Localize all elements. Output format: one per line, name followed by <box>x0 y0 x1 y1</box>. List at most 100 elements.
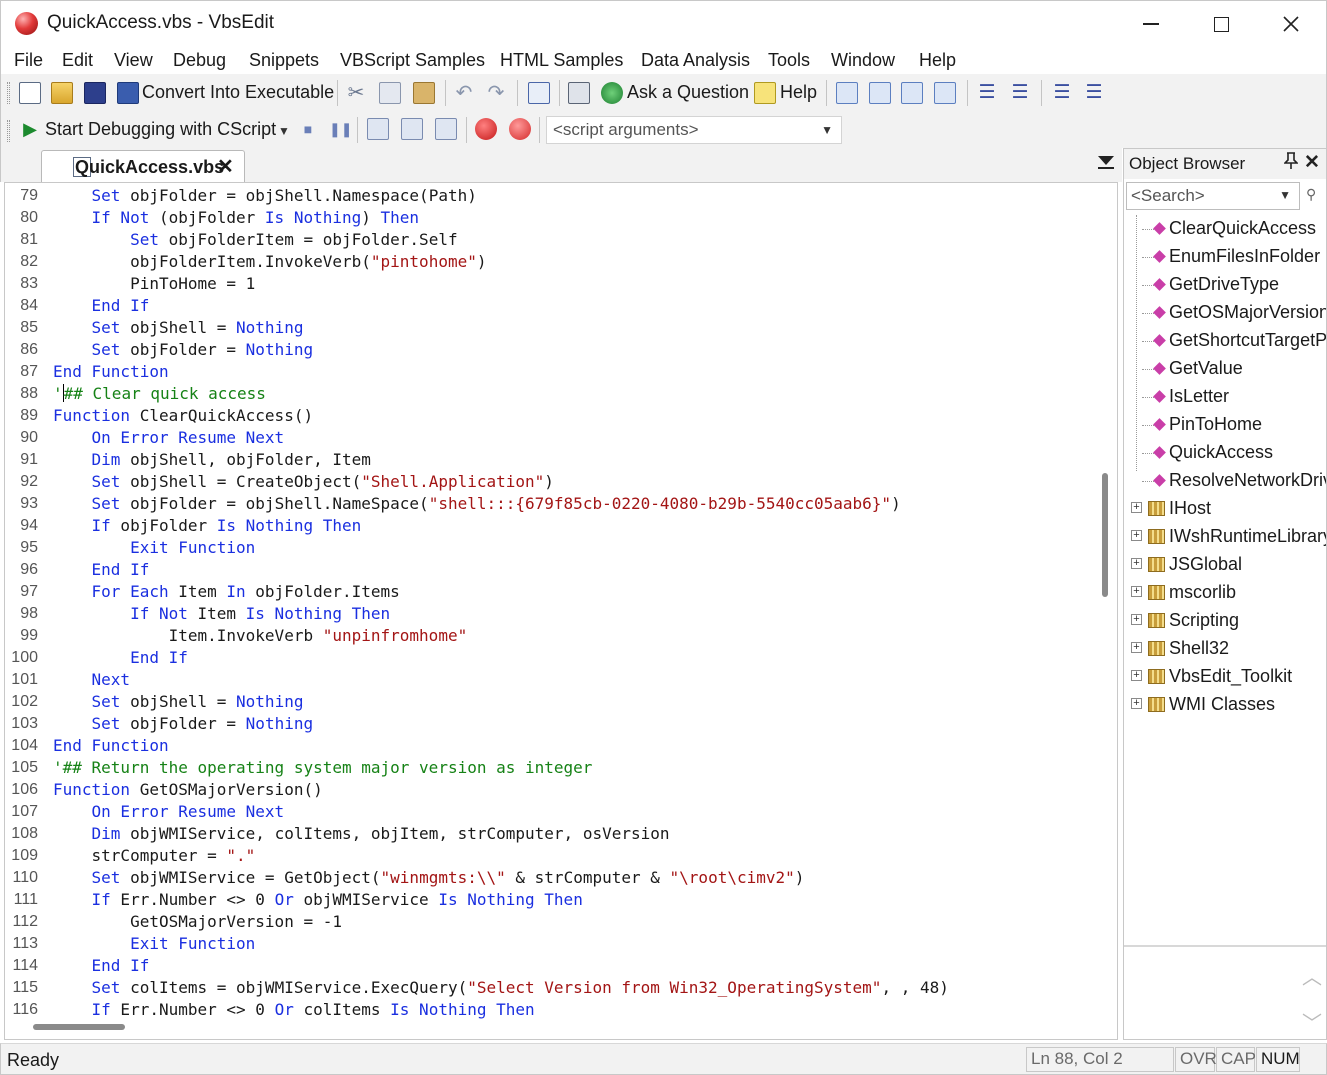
step-out-icon[interactable] <box>435 118 457 140</box>
stop-icon[interactable]: ■ <box>297 118 319 140</box>
menu-html-samples[interactable]: HTML Samples <box>500 50 623 71</box>
expand-icon[interactable]: + <box>1131 530 1142 541</box>
tree-item-method[interactable]: GetOSMajorVersion <box>1124 299 1326 327</box>
clear-bookmarks-icon[interactable] <box>934 82 956 104</box>
close-tab-icon[interactable]: ✕ <box>217 154 234 179</box>
menu-data-analysis[interactable]: Data Analysis <box>641 50 750 71</box>
expand-icon[interactable]: + <box>1131 502 1142 513</box>
chevron-down-icon[interactable]: ▼ <box>821 123 833 137</box>
code-text: '## Return the operating system major ve… <box>53 757 592 779</box>
convert-into-executable-button[interactable]: Convert Into Executable <box>142 82 334 103</box>
close-window-button[interactable] <box>1256 1 1326 47</box>
menu-help[interactable]: Help <box>919 50 956 71</box>
expand-icon[interactable]: + <box>1131 670 1142 681</box>
ask-icon[interactable] <box>601 82 623 104</box>
expand-icon[interactable]: + <box>1131 558 1142 569</box>
code-token: objWMIService <box>293 890 439 909</box>
scroll-up-icon[interactable]: ︿ <box>1302 961 1322 990</box>
chevron-down-icon[interactable]: ▼ <box>1279 188 1291 202</box>
toolbar-grip[interactable] <box>7 120 10 142</box>
outdent-icon[interactable]: ☰ <box>1009 82 1031 104</box>
menu-view[interactable]: View <box>114 50 153 71</box>
toolbar-grip[interactable] <box>7 82 10 104</box>
vertical-scrollbar[interactable] <box>1097 183 1117 1015</box>
tree-item-method[interactable]: ResolveNetworkDriv <box>1124 467 1326 495</box>
new-file-icon[interactable] <box>19 82 41 104</box>
step-into-icon[interactable] <box>367 118 389 140</box>
convert-icon[interactable] <box>117 82 139 104</box>
tree-item-library[interactable]: + Shell32 <box>1124 635 1326 663</box>
tree-item-method[interactable]: IsLetter <box>1124 383 1326 411</box>
tree-item-method[interactable]: QuickAccess <box>1124 439 1326 467</box>
search-icon[interactable]: ⚲ <box>1306 186 1322 204</box>
toolbar-separator <box>466 117 467 143</box>
scroll-down-icon[interactable]: ﹀ <box>1302 1007 1322 1036</box>
comment-icon[interactable]: ☰ <box>1051 82 1073 104</box>
tree-item-library[interactable]: + JSGlobal <box>1124 551 1326 579</box>
menu-edit[interactable]: Edit <box>62 50 93 71</box>
keyword-token: Function <box>53 406 131 425</box>
start-debugging-button[interactable]: Start Debugging with CScript <box>45 119 276 140</box>
tree-item-library[interactable]: + VbsEdit_Toolkit <box>1124 663 1326 691</box>
tab-quickaccess-vbs[interactable]: QuickAccess.vbs ✕ <box>41 150 245 182</box>
tree-item-library[interactable]: + IWshRuntimeLibrary <box>1124 523 1326 551</box>
uncomment-icon[interactable]: ☰ <box>1083 82 1105 104</box>
breakpoint-icon[interactable] <box>475 118 497 140</box>
menu-debug[interactable]: Debug <box>173 50 226 71</box>
paste-icon[interactable] <box>413 82 435 104</box>
ask-a-question-button[interactable]: Ask a Question <box>627 82 749 103</box>
copy-icon[interactable] <box>379 82 401 104</box>
print-icon[interactable] <box>568 82 590 104</box>
horizontal-scrollbar-thumb[interactable] <box>33 1024 125 1030</box>
step-over-icon[interactable] <box>401 118 423 140</box>
window-title: QuickAccess.vbs - VbsEdit <box>47 12 275 33</box>
browser-icon[interactable] <box>528 82 550 104</box>
indent-icon[interactable]: ☰ <box>976 82 998 104</box>
redo-icon[interactable]: ↷ <box>485 82 507 104</box>
bookmark-icon[interactable] <box>836 82 858 104</box>
expand-icon[interactable]: + <box>1131 614 1142 625</box>
menu-file[interactable]: File <box>14 50 43 71</box>
keyword-token: End If <box>91 560 150 579</box>
cut-icon[interactable]: ✂ <box>345 82 367 104</box>
tree-item-method[interactable]: PinToHome <box>1124 411 1326 439</box>
pause-icon[interactable]: ❚❚ <box>329 118 352 140</box>
tree-item-method[interactable]: EnumFilesInFolder <box>1124 243 1326 271</box>
tree-item-method[interactable]: GetValue <box>1124 355 1326 383</box>
tree-item-library[interactable]: + Scripting <box>1124 607 1326 635</box>
menu-window[interactable]: Window <box>831 50 895 71</box>
tree-item-method[interactable]: GetDriveType <box>1124 271 1326 299</box>
vertical-scrollbar-thumb[interactable] <box>1102 473 1108 597</box>
pin-icon[interactable] <box>1283 152 1299 175</box>
minimize-button[interactable] <box>1116 1 1186 47</box>
menu-vbscript-samples[interactable]: VBScript Samples <box>340 50 485 71</box>
help-button[interactable]: Help <box>780 82 817 103</box>
clear-breakpoints-icon[interactable] <box>509 118 531 140</box>
chevron-down-icon[interactable]: ▼ <box>278 124 290 138</box>
previous-bookmark-icon[interactable] <box>869 82 891 104</box>
help-icon[interactable] <box>754 82 776 104</box>
tree-item-method[interactable]: GetShortcutTargetP <box>1124 327 1326 355</box>
save-icon[interactable] <box>84 82 106 104</box>
tree-item-library[interactable]: + IHost <box>1124 495 1326 523</box>
open-folder-icon[interactable] <box>51 82 73 104</box>
tree-item-library[interactable]: + WMI Classes <box>1124 691 1326 719</box>
script-arguments-combobox[interactable]: <script arguments> ▼ <box>546 116 842 144</box>
expand-icon[interactable]: + <box>1131 642 1142 653</box>
expand-icon[interactable]: + <box>1131 586 1142 597</box>
undo-icon[interactable]: ↶ <box>453 82 475 104</box>
menu-snippets[interactable]: Snippets <box>249 50 319 71</box>
play-icon[interactable]: ▶ <box>19 118 41 140</box>
next-bookmark-icon[interactable] <box>901 82 923 104</box>
tree-item-method[interactable]: ClearQuickAccess <box>1124 215 1326 243</box>
expand-icon[interactable]: + <box>1131 698 1142 709</box>
object-browser-search-combobox[interactable]: <Search> ▼ <box>1126 182 1300 210</box>
code-editor[interactable]: 79 Set objFolder = objShell.Namespace(Pa… <box>4 182 1118 1040</box>
maximize-button[interactable] <box>1186 1 1256 47</box>
tab-list-dropdown-icon[interactable] <box>1098 156 1114 165</box>
tree-item-library[interactable]: + mscorlib <box>1124 579 1326 607</box>
close-panel-icon[interactable]: ✕ <box>1304 151 1320 174</box>
line-number: 81 <box>20 231 38 248</box>
menu-tools[interactable]: Tools <box>768 50 810 71</box>
